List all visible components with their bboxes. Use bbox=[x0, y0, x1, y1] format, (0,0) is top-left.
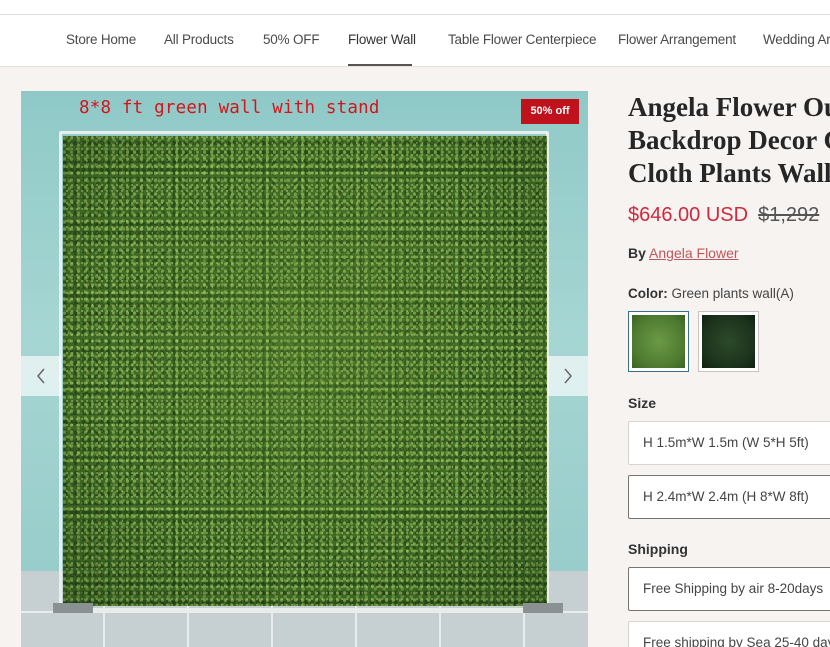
vendor-link[interactable]: Angela Flower bbox=[649, 245, 739, 261]
swatch-dark-green[interactable] bbox=[698, 311, 759, 372]
chevron-left-icon bbox=[37, 368, 45, 384]
swatch-image bbox=[702, 315, 755, 368]
nav-50-off[interactable]: 50% OFF bbox=[263, 15, 320, 66]
product-title: Angela Flower Ou Backdrop Decor G Cloth … bbox=[628, 91, 830, 190]
active-nav-indicator bbox=[348, 64, 412, 66]
size-option[interactable]: H 1.5m*W 1.5m (W 5*H 5ft) bbox=[628, 421, 830, 465]
product-title-line-3: Cloth Plants Wall bbox=[628, 158, 830, 188]
product-title-line-1: Angela Flower Ou bbox=[628, 92, 830, 122]
nav-flower-arrangement[interactable]: Flower Arrangement bbox=[618, 15, 736, 66]
top-bar bbox=[0, 0, 830, 15]
main-nav: Store Home All Products 50% OFF Flower W… bbox=[0, 15, 830, 67]
color-swatches bbox=[628, 311, 830, 373]
floor-line bbox=[21, 611, 588, 613]
product-title-line-2: Backdrop Decor G bbox=[628, 125, 830, 155]
stand-foot-left bbox=[53, 603, 93, 613]
price-row: $646.00 USD $1,292 bbox=[628, 204, 830, 227]
color-value: Green plants wall(A) bbox=[671, 286, 794, 301]
swatch-image bbox=[632, 315, 685, 368]
product-image-shade bbox=[63, 136, 547, 606]
compare-price: $1,292 bbox=[758, 204, 820, 226]
nav-table-flower-centerpiece[interactable]: Table Flower Centerpiece bbox=[448, 15, 596, 66]
size-option-selected[interactable]: H 2.4m*W 2.4m (H 8*W 8ft) bbox=[628, 475, 830, 519]
shipping-option[interactable]: Free shipping by Sea 25-40 days bbox=[628, 621, 830, 647]
product-info: Angela Flower Ou Backdrop Decor G Cloth … bbox=[628, 91, 830, 647]
gallery-prev-button[interactable] bbox=[21, 356, 61, 396]
shipping-option-selected[interactable]: Free Shipping by air 8-20days bbox=[628, 567, 830, 611]
sale-price: $646.00 USD bbox=[628, 204, 749, 226]
swatch-green-plants-wall-a[interactable] bbox=[628, 311, 689, 372]
nav-flower-wall[interactable]: Flower Wall bbox=[348, 15, 416, 66]
size-label: Size bbox=[628, 395, 657, 411]
chevron-right-icon bbox=[564, 368, 572, 384]
vendor-row: By Angela Flower bbox=[628, 245, 830, 261]
nav-store-home[interactable]: Store Home bbox=[66, 15, 136, 66]
color-label: Color: bbox=[628, 286, 668, 301]
image-caption: 8*8 ft green wall with stand bbox=[79, 98, 380, 118]
nav-all-products[interactable]: All Products bbox=[164, 15, 234, 66]
stand-foot-right bbox=[523, 603, 563, 613]
vendor-prefix: By bbox=[628, 245, 646, 261]
gallery-next-button[interactable] bbox=[548, 356, 588, 396]
shipping-label: Shipping bbox=[628, 541, 688, 557]
color-selector-label: Color: Green plants wall(A) bbox=[628, 286, 830, 301]
discount-badge: 50% off bbox=[521, 99, 579, 124]
product-gallery: 8*8 ft green wall with stand 50% off bbox=[21, 91, 588, 647]
nav-wedding-arch[interactable]: Wedding Ar bbox=[763, 15, 830, 66]
